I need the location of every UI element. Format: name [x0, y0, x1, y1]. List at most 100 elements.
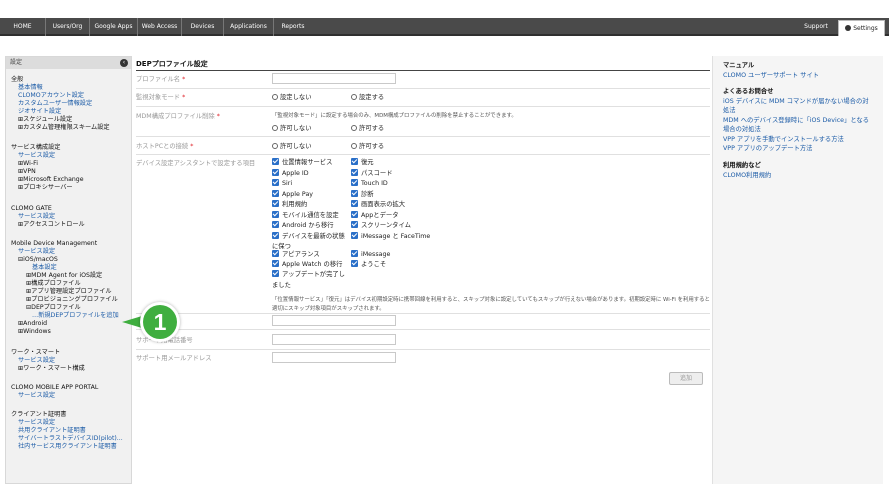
row-divider — [136, 88, 710, 89]
checkbox-checked-icon — [351, 221, 358, 228]
sidebar-item[interactable]: 基本設定 — [32, 264, 57, 272]
nav-support-link[interactable]: Support — [797, 18, 835, 36]
sidebar-item[interactable]: ⊞Android — [18, 320, 47, 328]
add-button[interactable]: 追加 — [669, 372, 703, 385]
supervised-off-radio[interactable]: 設定しない — [272, 92, 311, 101]
help-link[interactable]: CLOMO利用規約 — [723, 172, 771, 180]
help-link[interactable]: 場合の対処法 — [723, 126, 761, 134]
setup-assistant-checkbox[interactable]: Apple Pay — [272, 189, 313, 199]
sidebar-item[interactable]: ⊞Microsoft Exchange — [18, 176, 84, 184]
setup-assistant-checkbox[interactable]: Apple Watch の移行 — [272, 260, 342, 269]
nav-tab-applications[interactable]: Applications — [224, 18, 274, 36]
sidebar-section-heading: CLOMO MOBILE APP PORTAL — [11, 384, 99, 391]
sidebar-item[interactable]: ⊞アクセスコントロール — [18, 221, 85, 229]
setup-assistant-checkbox[interactable]: Siri — [272, 179, 292, 188]
host-pc-allow-radio[interactable]: 許可する — [351, 141, 384, 150]
setup-assistant-checkbox[interactable]: 復元 — [351, 158, 374, 167]
sidebar-item[interactable]: サービス設定 — [18, 357, 55, 365]
checkbox-label: Touch ID — [361, 180, 388, 187]
help-link[interactable]: MDM へのデバイス登録時に「iOS Device」となる — [723, 117, 869, 125]
help-link[interactable]: 処法 — [723, 107, 736, 115]
sidebar-section-heading: CLOMO GATE — [11, 205, 52, 212]
nav-tab-devices[interactable]: Devices — [182, 18, 224, 36]
setup-assistant-checkbox[interactable]: Apple ID — [272, 168, 309, 178]
setup-assistant-checkbox[interactable]: パスコード — [351, 168, 392, 178]
sidebar-item[interactable]: カスタムユーザー情報設定 — [18, 100, 92, 108]
setup-assistant-checkbox[interactable]: Android から移行 — [272, 221, 334, 230]
setup-assistant-checkbox[interactable]: スクリーンタイム — [351, 221, 411, 230]
sidebar-item[interactable]: ⊞VPN — [18, 168, 36, 176]
support-phone-input[interactable] — [272, 334, 396, 345]
nav-tab-reports[interactable]: Reports — [274, 18, 312, 36]
help-link[interactable]: iOS デバイスに MDM コマンドが届かない場合の対 — [723, 98, 869, 106]
setup-assistant-checkbox[interactable]: デバイスを最新の状態 — [272, 231, 345, 241]
sidebar-item[interactable]: ⊞アプリ管理設定プロファイル — [26, 288, 112, 296]
setup-assistant-checkbox[interactable]: 画面表示の拡大 — [351, 200, 405, 209]
profile-name-input[interactable] — [272, 73, 396, 84]
sidebar-item[interactable]: 基本情報 — [18, 84, 43, 92]
help-section-heading: 利用規約など — [723, 162, 761, 169]
sidebar-item[interactable]: サイバートラストデバイスID(pilot)... — [18, 435, 123, 443]
setup-assistant-checkbox[interactable]: 診断 — [351, 189, 374, 199]
setup-assistant-checkbox[interactable]: 利用規約 — [272, 200, 307, 209]
sidebar-item[interactable]: ⊞スケジュール設定 — [18, 116, 72, 124]
help-link[interactable]: VPP アプリを手動でインストールする方法 — [723, 136, 844, 144]
settings-sidebar: 設定 ‹ 全般 基本情報 CLOMOアカウント設定 カスタムユーザー情報設定 ジオサイト… — [5, 56, 132, 484]
sidebar-item[interactable]: ⊞ワーク・スマート構成 — [18, 365, 85, 373]
host-pc-label: ホストPCとの接続 * — [136, 143, 194, 150]
sidebar-item[interactable]: ⊞MDM Agent for iOS設定 — [26, 272, 102, 280]
checkbox-checked-icon — [351, 168, 358, 176]
checkbox-checked-icon — [272, 231, 279, 239]
sidebar-item[interactable]: ⊞プロキシサーバー — [18, 184, 73, 192]
sidebar-item[interactable]: サービス設定 — [18, 392, 55, 400]
help-section-heading: よくあるお問合せ — [723, 88, 774, 95]
sidebar-item[interactable]: ⊞構成プロファイル — [26, 280, 81, 288]
sidebar-item[interactable]: 共用クライアント証明書 — [18, 427, 86, 435]
sidebar-item[interactable]: ⊞カスタム管理権限スキーム設定 — [18, 124, 110, 132]
checkbox-label: 診断 — [361, 190, 374, 198]
checkbox-label: iMessage — [361, 251, 391, 258]
setup-assistant-checkbox[interactable]: アップデートが完了し — [272, 270, 345, 279]
setup-assistant-label: デバイス設定アシスタントで設定する項目 — [136, 160, 256, 167]
setup-assistant-checkbox[interactable]: ようこそ — [351, 260, 386, 269]
checkbox-label: モバイル通信を設定 — [282, 211, 339, 219]
nav-tab-users-org[interactable]: Users/Org — [46, 18, 90, 36]
removal-deny-radio[interactable]: 許可しない — [272, 123, 311, 132]
removal-allow-radio[interactable]: 許可する — [351, 123, 384, 132]
nav-tab-web-access[interactable]: Web Access — [138, 18, 182, 36]
sidebar-item[interactable]: ⊞Windows — [18, 328, 51, 336]
nav-settings-tab[interactable]: Settings — [838, 20, 885, 36]
support-department-input[interactable] — [272, 315, 396, 326]
help-link[interactable]: CLOMO ユーザーサポート サイト — [723, 72, 819, 80]
sidebar-item[interactable]: サービス設定 — [18, 248, 55, 256]
sidebar-item[interactable]: CLOMOアカウント設定 — [18, 92, 84, 100]
host-pc-deny-radio[interactable]: 許可しない — [272, 141, 311, 150]
checkbox-checked-icon — [272, 179, 279, 186]
chevron-left-icon[interactable]: ‹ — [120, 59, 128, 67]
sidebar-item[interactable]: …新規DEPプロファイルを追加 — [32, 312, 119, 320]
setup-assistant-checkbox[interactable]: iMessage と FaceTime — [351, 231, 430, 241]
setup-assistant-checkbox[interactable]: iMessage — [351, 250, 390, 259]
nav-tab-home[interactable]: HOME — [0, 18, 46, 36]
sidebar-item[interactable]: ⊟iOS/macOS — [18, 256, 58, 264]
sidebar-item[interactable]: ⊟DEPプロファイル — [26, 304, 81, 312]
support-email-input[interactable] — [272, 352, 396, 363]
sidebar-item[interactable]: ⊞プロビジョニングプロファイル — [26, 296, 118, 304]
nav-tab-google-apps[interactable]: Google Apps — [90, 18, 138, 36]
help-link[interactable]: VPP アプリのアップデート方法 — [723, 145, 812, 153]
supervised-on-radio[interactable]: 設定する — [351, 92, 384, 101]
sidebar-item[interactable]: 社内サービス用クライアント証明書 — [18, 443, 117, 451]
sidebar-item[interactable]: サービス設定 — [18, 419, 55, 427]
checkbox-checked-icon — [351, 260, 358, 267]
sidebar-item[interactable]: ジオサイト設定 — [18, 108, 61, 116]
sidebar-item[interactable]: サービス設定 — [18, 213, 55, 221]
sidebar-item[interactable]: サービス設定 — [18, 152, 55, 160]
checkbox-label: Android から移行 — [282, 222, 334, 229]
setup-assistant-checkbox[interactable]: 位置情報サービス — [272, 158, 332, 167]
setup-assistant-checkbox[interactable]: アピアランス — [272, 250, 320, 259]
setup-assistant-checkbox[interactable]: Touch ID — [351, 179, 388, 188]
checkbox-checked-icon — [351, 179, 358, 186]
setup-assistant-checkbox[interactable]: Appとデータ — [351, 210, 399, 220]
setup-assistant-checkbox[interactable]: モバイル通信を設定 — [272, 210, 339, 220]
sidebar-item[interactable]: ⊞Wi-Fi — [18, 160, 38, 168]
